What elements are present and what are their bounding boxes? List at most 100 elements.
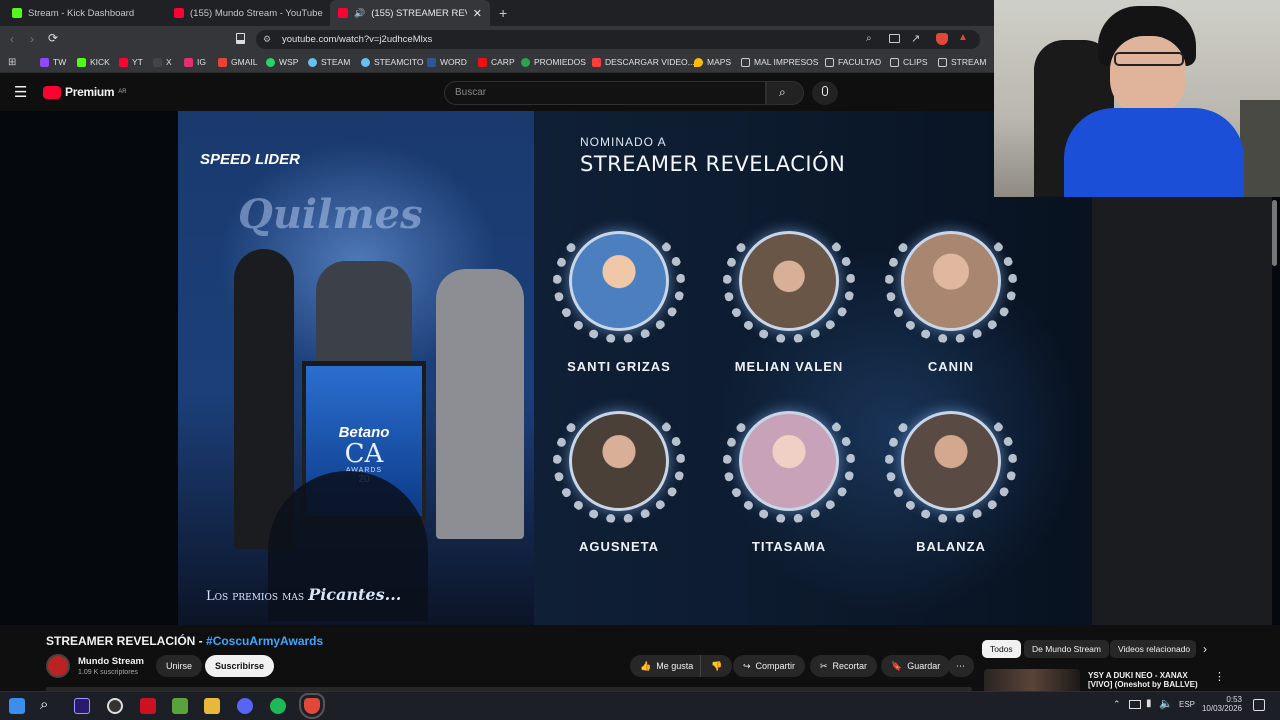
gmail-icon — [218, 57, 227, 67]
speaker-icon: 🔊 — [354, 7, 366, 18]
nominee-photo — [739, 231, 839, 331]
tagline: Los premios mas Picantes... — [206, 585, 402, 604]
more-actions-button[interactable]: ⋯ — [948, 655, 974, 677]
minecraft-icon[interactable] — [172, 698, 188, 714]
folder-icon — [890, 57, 899, 67]
microphone-icon — [822, 86, 828, 96]
like-button[interactable]: 👍 Me gusta — [630, 655, 704, 677]
bookmark-icon[interactable] — [236, 33, 245, 44]
next-video-menu-icon[interactable]: ⋮ — [1214, 670, 1225, 683]
join-button[interactable]: Unirse — [156, 655, 203, 677]
video-frame[interactable]: SPEED LIDER Quilmes Betano CA AWARDS 20 … — [178, 111, 1092, 625]
obs-icon[interactable] — [107, 698, 123, 714]
nominee-titasama: TITASAMA — [714, 403, 864, 554]
back-icon[interactable]: ‹ — [10, 32, 14, 46]
download-icon — [592, 57, 601, 67]
youtube-icon — [174, 8, 184, 18]
premiere-icon[interactable] — [74, 698, 90, 714]
bookmark-tw[interactable]: TW — [40, 57, 66, 67]
menu-icon[interactable]: ☰ — [14, 83, 27, 101]
cast-icon[interactable] — [889, 34, 900, 43]
notifications-icon[interactable] — [1253, 699, 1265, 711]
save-icon: 🔖 — [891, 660, 903, 671]
tab-label: Stream - Kick Dashboard — [28, 7, 135, 19]
bookmark-mal-impresos[interactable]: MAL IMPRESOS — [741, 57, 818, 67]
tray-usb-icon[interactable]: ▮ — [1146, 698, 1152, 709]
channel-avatar[interactable] — [46, 654, 70, 678]
gaming-icon[interactable] — [140, 698, 156, 714]
hashtag-link[interactable]: #CoscuArmyAwards — [206, 634, 323, 648]
file-explorer-icon[interactable] — [204, 698, 220, 714]
sidebar-backdrop — [1092, 197, 1272, 625]
share-button[interactable]: ↪ Compartir — [733, 655, 806, 677]
bookmark-x[interactable]: X — [153, 57, 172, 67]
close-tab-icon[interactable]: ✕ — [473, 7, 482, 20]
bookmark-facultad[interactable]: FACULTAD — [825, 57, 881, 67]
word-icon — [427, 57, 436, 67]
chips-next-icon[interactable]: › — [1203, 642, 1207, 656]
language-indicator[interactable]: ESP — [1179, 700, 1195, 709]
bookmark-stream[interactable]: STREAM — [938, 57, 986, 67]
sponsor-logo: SPEED LIDER — [200, 151, 301, 168]
clock[interactable]: 0:53 10/03/2026 — [1200, 695, 1242, 713]
bookmark-kick[interactable]: KICK — [77, 57, 110, 67]
voice-search-button[interactable] — [812, 81, 838, 105]
presenter-right — [436, 269, 524, 539]
youtube-logo-icon — [43, 85, 61, 99]
youtube-icon — [338, 8, 348, 18]
tray-app-icon[interactable] — [1129, 700, 1141, 709]
tab-label: (155) Mundo Stream - YouTube — [190, 7, 323, 19]
forward-icon[interactable]: › — [30, 32, 34, 46]
channel-name[interactable]: Mundo Stream — [78, 656, 144, 667]
bookmark-gmail[interactable]: GMAIL — [218, 57, 257, 67]
bookmark-ig[interactable]: IG — [184, 57, 206, 67]
share-icon: ↪ — [743, 660, 751, 671]
site-info-icon[interactable]: ⚙ — [263, 34, 271, 45]
promiedos-icon — [521, 57, 530, 67]
bookmark-promiedos[interactable]: PROMIEDOS — [521, 57, 586, 67]
reload-icon[interactable]: ⟳ — [48, 31, 58, 45]
dislike-button[interactable]: 👎 — [700, 655, 733, 677]
subscribe-button[interactable]: Suscribirse — [205, 655, 275, 677]
clip-button[interactable]: ✂ Recortar — [810, 655, 878, 677]
bookmark-descargar-video[interactable]: DESCARGAR VIDEO... — [592, 57, 695, 67]
tab-mundo-stream[interactable]: (155) Mundo Stream - YouTube — [166, 3, 326, 23]
share-page-icon[interactable]: ↗ — [911, 32, 920, 45]
chip-videos-relacionados[interactable]: Videos relacionado — [1110, 640, 1196, 658]
tab-kick-dashboard[interactable]: Stream - Kick Dashboard — [4, 3, 164, 23]
tray-overflow-icon[interactable]: ⌃ — [1113, 699, 1121, 710]
volume-icon[interactable]: 🔈 — [1159, 697, 1173, 710]
nominee-santi-grizas: SANTI GRIZAS — [544, 223, 694, 374]
search-input[interactable]: Buscar — [444, 81, 766, 105]
bookmark-yt[interactable]: YT — [119, 57, 143, 67]
bookmark-wsp[interactable]: WSP — [266, 57, 298, 67]
brave-icon[interactable] — [299, 693, 325, 719]
next-video-title[interactable]: YSY A DUKI NEO - XANAX [VIVO] (Oneshot b… — [1088, 671, 1198, 689]
discord-icon[interactable] — [237, 698, 253, 714]
windows-icon[interactable] — [9, 698, 25, 714]
streamer-face — [1110, 36, 1186, 116]
page-scrollbar[interactable] — [1272, 200, 1277, 266]
chip-de-mundo-stream[interactable]: De Mundo Stream — [1024, 640, 1109, 658]
tab-streamer-revelacion[interactable]: 🔊 (155) STREAMER REVELACIÓN ✕ — [330, 0, 490, 26]
search-button[interactable]: ⌕ — [766, 81, 804, 105]
zoom-icon[interactable]: ⌕ — [866, 33, 872, 44]
stage-sign: Quilmes — [238, 191, 423, 238]
save-button[interactable]: 🔖 Guardar — [881, 655, 951, 677]
bookmark-steam[interactable]: STEAM — [308, 57, 350, 67]
bookmark-word[interactable]: WORD — [427, 57, 467, 67]
spotify-icon[interactable] — [270, 698, 286, 714]
brave-shield-icon[interactable] — [936, 33, 948, 45]
next-video-thumbnail[interactable] — [984, 669, 1080, 691]
chip-todos[interactable]: Todos — [982, 640, 1021, 658]
youtube-premium-logo[interactable]: Premium AR — [43, 85, 127, 99]
apps-grid-icon[interactable]: ⊞ — [8, 57, 16, 68]
search-icon[interactable]: ⌕ — [40, 696, 48, 713]
new-tab-button[interactable]: + — [499, 5, 507, 21]
bookmark-steamcito[interactable]: STEAMCITO — [361, 57, 423, 67]
bookmark-carp[interactable]: CARP — [478, 57, 515, 67]
webcam-overlay — [994, 0, 1280, 197]
bookmark-maps[interactable]: MAPS — [694, 57, 731, 67]
bookmark-clips[interactable]: CLIPS — [890, 57, 928, 67]
brave-rewards-icon[interactable]: ▲ — [958, 32, 968, 43]
